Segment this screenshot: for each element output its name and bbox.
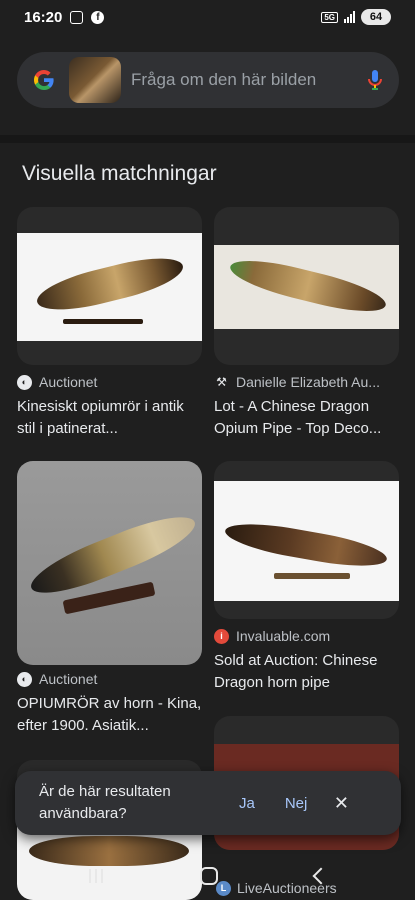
invaluable-icon: i: [214, 628, 229, 644]
result-image-frame[interactable]: [17, 207, 202, 365]
network-badge: 5G: [321, 11, 338, 23]
result-title[interactable]: OPIUMRÖR av horn - Kina, efter 1900. Asi…: [17, 693, 202, 737]
result-source-name: Invaluable.com: [236, 628, 331, 644]
auctionet-icon: ◐: [17, 671, 32, 687]
recents-icon[interactable]: [88, 869, 103, 883]
result-card[interactable]: ◐ Auctionet OPIUMRÖR av horn - Kina, eft…: [17, 461, 202, 746]
danielle-elizabeth-icon: ⚒: [216, 375, 227, 389]
feedback-no-button[interactable]: Nej: [285, 795, 308, 812]
auctionet-icon: ◐: [17, 374, 32, 390]
result-image-frame[interactable]: [17, 461, 202, 665]
result-image-frame[interactable]: [214, 207, 399, 365]
section-divider: [0, 135, 415, 143]
result-card[interactable]: ◐ Auctionet Kinesiskt opiumrör i antik s…: [17, 207, 202, 447]
screenshot-icon: [70, 10, 84, 24]
query-image-thumbnail[interactable]: [69, 57, 121, 103]
result-image[interactable]: [214, 481, 399, 601]
result-source[interactable]: ◐ Auctionet: [17, 374, 202, 390]
back-icon[interactable]: [312, 867, 329, 885]
feedback-question: Är de här resultaten användbara?: [39, 783, 171, 822]
result-card[interactable]: i Invaluable.com Sold at Auction: Chines…: [214, 461, 399, 701]
result-title[interactable]: Sold at Auction: Chinese Dragon horn pip…: [214, 650, 399, 694]
google-logo-icon[interactable]: [31, 67, 57, 93]
result-image[interactable]: [17, 233, 202, 341]
result-image-frame[interactable]: [214, 461, 399, 619]
result-title[interactable]: Lot - A Chinese Dragon Opium Pipe - Top …: [214, 396, 399, 440]
navigation-bar: [0, 852, 415, 900]
search-bar[interactable]: Fråga om den här bilden: [17, 52, 399, 108]
mic-icon[interactable]: [365, 67, 385, 93]
result-image[interactable]: [17, 461, 202, 665]
close-icon[interactable]: ✕: [331, 793, 351, 813]
result-image[interactable]: [214, 245, 399, 329]
status-bar: 16:20 f 5G 64: [0, 0, 415, 34]
home-icon[interactable]: [199, 867, 218, 885]
clock: 16:20: [24, 8, 63, 26]
result-card[interactable]: ⚒ Danielle Elizabeth Au... Lot - A Chine…: [214, 207, 399, 447]
result-source-name: Auctionet: [39, 374, 98, 390]
result-source[interactable]: ◐ Auctionet: [17, 671, 202, 687]
result-source-name: Auctionet: [39, 671, 98, 687]
result-source[interactable]: ⚒ Danielle Elizabeth Au...: [214, 374, 399, 390]
search-input[interactable]: Fråga om den här bilden: [131, 70, 365, 90]
facebook-icon: f: [91, 10, 105, 24]
status-right: 5G 64: [321, 9, 391, 25]
feedback-yes-button[interactable]: Ja: [239, 795, 255, 812]
battery-indicator: 64: [361, 9, 391, 25]
feedback-banner: Är de här resultaten användbara? Ja Nej …: [15, 771, 401, 835]
section-title: Visuella matchningar: [22, 162, 217, 185]
status-left: 16:20 f: [24, 8, 105, 26]
signal-icon: [344, 11, 355, 23]
result-source-name: Danielle Elizabeth Au...: [236, 374, 380, 390]
result-source[interactable]: i Invaluable.com: [214, 628, 399, 644]
result-title[interactable]: Kinesiskt opiumrör i antik stil i patine…: [17, 396, 202, 440]
